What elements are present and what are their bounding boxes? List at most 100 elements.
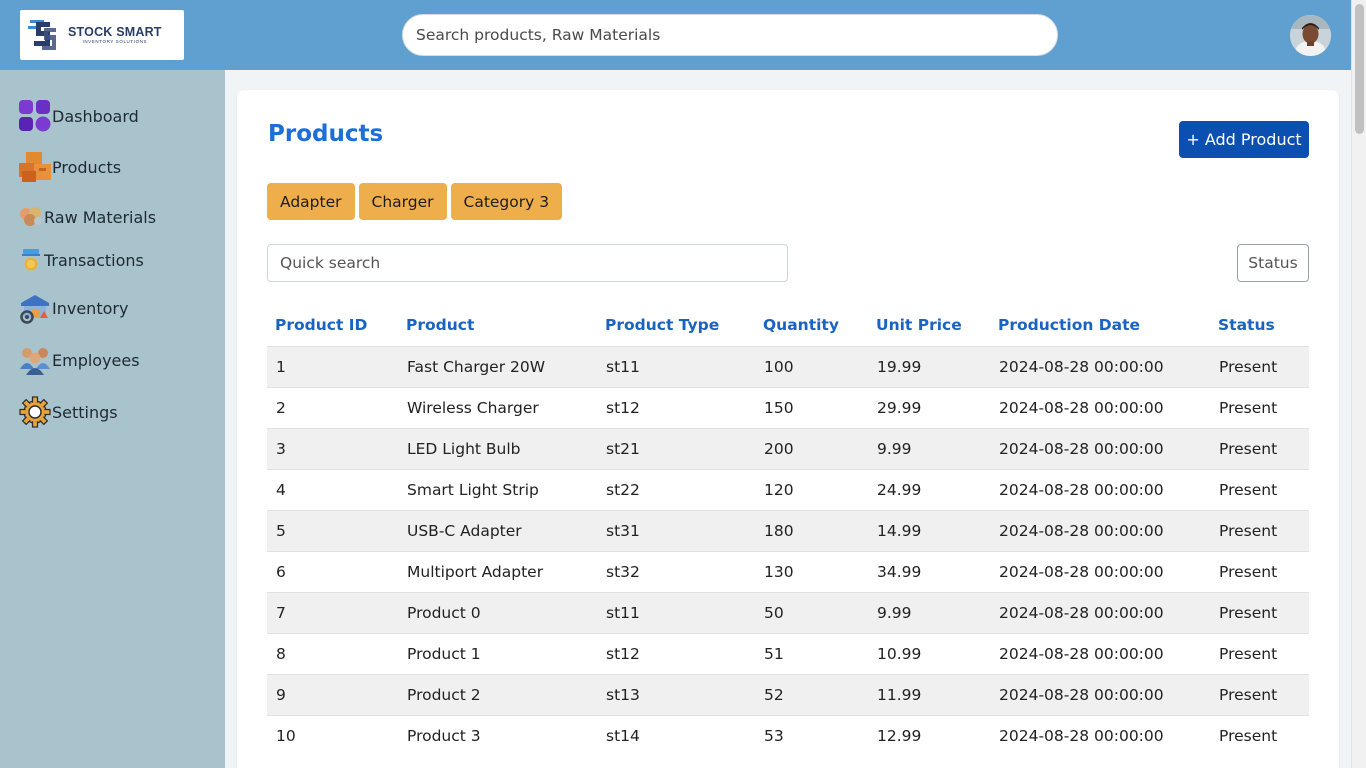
- cell-quantity: 53: [755, 714, 868, 756]
- add-product-button[interactable]: + Add Product: [1179, 121, 1309, 158]
- cell-product: LED Light Bulb: [398, 427, 597, 469]
- cell-product-type: st22: [597, 468, 755, 510]
- sidebar-item-dashboard[interactable]: Dashboard: [18, 100, 139, 132]
- table-row[interactable]: 8 Product 1 st12 51 10.99 2024-08-28 00:00:00…: [267, 632, 1309, 674]
- table-row[interactable]: 3 LED Light Bulb st21 200 9.99 2024-08-28 00:…: [267, 427, 1309, 469]
- cell-product: Multiport Adapter: [398, 550, 597, 592]
- column-header-unit-price[interactable]: Unit Price: [868, 305, 990, 346]
- cell-product-type: st11: [597, 345, 755, 387]
- cell-product-id: 5: [267, 509, 398, 551]
- category-button-category-3[interactable]: Category 3: [450, 183, 563, 220]
- cell-product: Smart Light Strip: [398, 468, 597, 510]
- cell-product-type: st12: [597, 632, 755, 674]
- cell-product-id: 2: [267, 386, 398, 428]
- cell-quantity: 120: [755, 468, 868, 510]
- cell-status: Present: [1210, 386, 1309, 428]
- user-photo-icon: [1290, 15, 1331, 56]
- cell-unit-price: 19.99: [868, 345, 990, 387]
- table-row[interactable]: 5 USB-C Adapter st31 180 14.99 2024-08-28 00:…: [267, 509, 1309, 551]
- employees-icon: [20, 348, 50, 375]
- page-title: Products: [268, 121, 384, 147]
- raw-materials-icon: [20, 207, 42, 226]
- cell-product-id: 6: [267, 550, 398, 592]
- gear-icon: [19, 396, 51, 428]
- cell-quantity: 130: [755, 550, 868, 592]
- cell-unit-price: 9.99: [868, 591, 990, 633]
- cell-product-type: st32: [597, 550, 755, 592]
- cell-status: Present: [1210, 673, 1309, 715]
- sidebar-item-transactions[interactable]: Transactions: [18, 247, 144, 273]
- cell-product-type: st21: [597, 427, 755, 469]
- cell-product-type: st11: [597, 591, 755, 633]
- cell-quantity: 150: [755, 386, 868, 428]
- brand-logo[interactable]: STOCK SMART INVENTORY SOLUTIONS: [20, 10, 184, 60]
- sidebar-item-label: Raw Materials: [44, 207, 157, 227]
- cell-product: USB-C Adapter: [398, 509, 597, 551]
- dashboard-icon: [19, 100, 51, 132]
- status-filter-button[interactable]: Status: [1237, 244, 1309, 282]
- cell-product-type: st12: [597, 386, 755, 428]
- column-header-quantity[interactable]: Quantity: [755, 305, 868, 346]
- cell-product-id: 1: [267, 345, 398, 387]
- column-header-product-id[interactable]: Product ID: [267, 305, 398, 346]
- cell-product: Product 3: [398, 714, 597, 756]
- cell-quantity: 51: [755, 632, 868, 674]
- cell-status: Present: [1210, 714, 1309, 756]
- table-row[interactable]: 1 Fast Charger 20W st11 100 19.99 2024-08-28 …: [267, 345, 1309, 387]
- sidebar-item-label: Transactions: [44, 250, 144, 270]
- cell-product-id: 4: [267, 468, 398, 510]
- sidebar-item-products[interactable]: Products: [18, 151, 121, 183]
- column-header-product[interactable]: Product: [398, 305, 597, 346]
- column-header-production-date[interactable]: Production Date: [990, 305, 1210, 346]
- sidebar-item-raw-materials[interactable]: Raw Materials: [18, 205, 156, 229]
- stock-smart-logo-icon: [28, 20, 56, 50]
- cell-product-type: st13: [597, 673, 755, 715]
- global-search-input[interactable]: [402, 14, 1058, 56]
- cell-unit-price: 34.99: [868, 550, 990, 592]
- cell-unit-price: 14.99: [868, 509, 990, 551]
- cell-unit-price: 11.99: [868, 673, 990, 715]
- sidebar-item-settings[interactable]: Settings: [18, 396, 118, 428]
- sidebar-item-inventory[interactable]: Inventory: [18, 292, 128, 324]
- cell-product-type: st31: [597, 509, 755, 551]
- quick-search-input[interactable]: [267, 244, 788, 282]
- user-avatar[interactable]: [1290, 15, 1331, 56]
- category-filters: Adapter Charger Category 3: [267, 183, 563, 220]
- sidebar-item-label: Inventory: [52, 298, 129, 318]
- sidebar-item-label: Products: [52, 157, 122, 177]
- table-row[interactable]: 7 Product 0 st11 50 9.99 2024-08-28 00:00:00 P…: [267, 591, 1309, 633]
- table-row[interactable]: 6 Multiport Adapter st32 130 34.99 2024-08-28…: [267, 550, 1309, 592]
- column-header-status[interactable]: Status: [1210, 305, 1309, 346]
- table-row[interactable]: 10 Product 3 st14 53 12.99 2024-08-28 00:00:0…: [267, 714, 1309, 756]
- brand-subtitle: INVENTORY SOLUTIONS: [82, 39, 148, 44]
- column-header-product-type[interactable]: Product Type: [597, 305, 755, 346]
- cell-production-date: 2024-08-28 00:00:00: [990, 427, 1210, 469]
- cell-quantity: 52: [755, 673, 868, 715]
- scrollbar-thumb[interactable]: [1355, 4, 1364, 134]
- top-bar: STOCK SMART INVENTORY SOLUTIONS: [0, 0, 1351, 70]
- sidebar-item-label: Dashboard: [52, 106, 139, 126]
- table-row[interactable]: 4 Smart Light Strip st22 120 24.99 2024-08-28…: [267, 468, 1309, 510]
- cell-status: Present: [1210, 509, 1309, 551]
- cell-product-id: 10: [267, 714, 398, 756]
- cell-unit-price: 10.99: [868, 632, 990, 674]
- table-row[interactable]: 9 Product 2 st13 52 11.99 2024-08-28 00:00:00…: [267, 673, 1309, 715]
- table-row[interactable]: 2 Wireless Charger st12 150 29.99 2024-08-28 …: [267, 386, 1309, 428]
- cell-unit-price: 29.99: [868, 386, 990, 428]
- cell-status: Present: [1210, 632, 1309, 674]
- cell-product-id: 3: [267, 427, 398, 469]
- cell-product: Wireless Charger: [398, 386, 597, 428]
- cell-status: Present: [1210, 591, 1309, 633]
- cell-product-id: 7: [267, 591, 398, 633]
- cell-unit-price: 24.99: [868, 468, 990, 510]
- transactions-icon: [22, 249, 40, 271]
- category-button-charger[interactable]: Charger: [358, 183, 447, 220]
- cell-status: Present: [1210, 427, 1309, 469]
- cell-quantity: 200: [755, 427, 868, 469]
- cell-production-date: 2024-08-28 00:00:00: [990, 468, 1210, 510]
- cell-production-date: 2024-08-28 00:00:00: [990, 386, 1210, 428]
- category-button-adapter[interactable]: Adapter: [267, 183, 355, 220]
- page-scrollbar[interactable]: [1351, 0, 1366, 768]
- sidebar-item-employees[interactable]: Employees: [18, 344, 140, 376]
- cell-product-id: 8: [267, 632, 398, 674]
